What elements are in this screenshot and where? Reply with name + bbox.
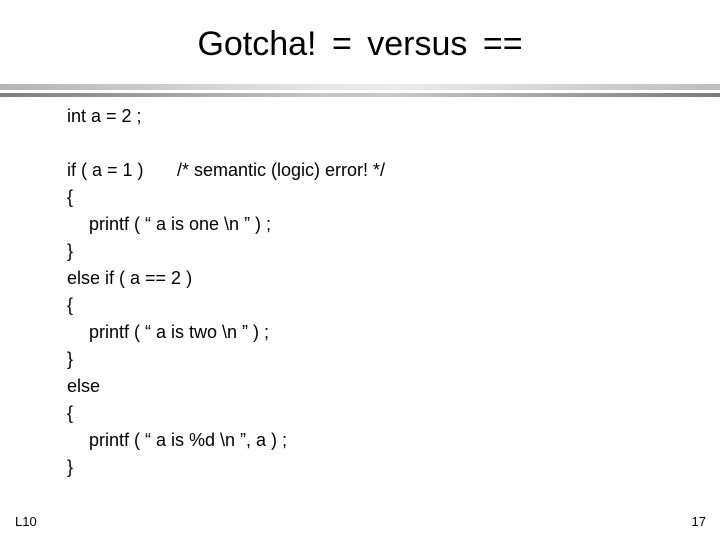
code-text: } [67,457,74,477]
code-text: } [67,349,74,369]
code-line: { [67,184,287,211]
lecture-label: L10 [15,514,37,529]
title-divider-bottom [0,93,720,97]
code-line: } [67,454,287,481]
code-text: else [67,376,101,396]
code-text: { [67,295,74,315]
code-block: int a = 2 ; if ( a = 1 ) /* semantic (log… [67,103,385,481]
page-number: 17 [691,514,706,529]
code-line: else [67,373,287,400]
code-text: { [67,187,74,207]
code-line: { [67,292,287,319]
slide-title: Gotcha! = versus == [197,25,523,63]
code-text: int a = 2 ; [67,106,142,126]
code-line: printf ( “ a is two \n ” ) ; [67,319,287,346]
code-line: printf ( “ a is %d \n ”, a ) ; [67,427,287,454]
code-text: printf ( “ a is one \n ” ) ; [89,214,272,234]
code-text: if ( a = 1 ) [67,160,144,180]
code-line: int a = 2 ; [67,103,287,130]
code-line: { [67,400,287,427]
title-divider-top [0,84,720,90]
code-text: else if ( a == 2 ) [67,268,193,288]
code-text: } [67,241,74,261]
code-text: printf ( “ a is two \n ” ) ; [89,322,270,342]
code-line: printf ( “ a is one \n ” ) ; [67,211,287,238]
code-comment: /* semantic (logic) error! */ [177,160,386,180]
code-line: else if ( a == 2 ) [67,265,287,292]
code-text: printf ( “ a is %d \n ”, a ) ; [89,430,288,450]
code-text: { [67,403,74,423]
code-line: } [67,238,287,265]
code-line: if ( a = 1 ) /* semantic (logic) error! *… [67,157,385,184]
code-line: } [67,346,287,373]
